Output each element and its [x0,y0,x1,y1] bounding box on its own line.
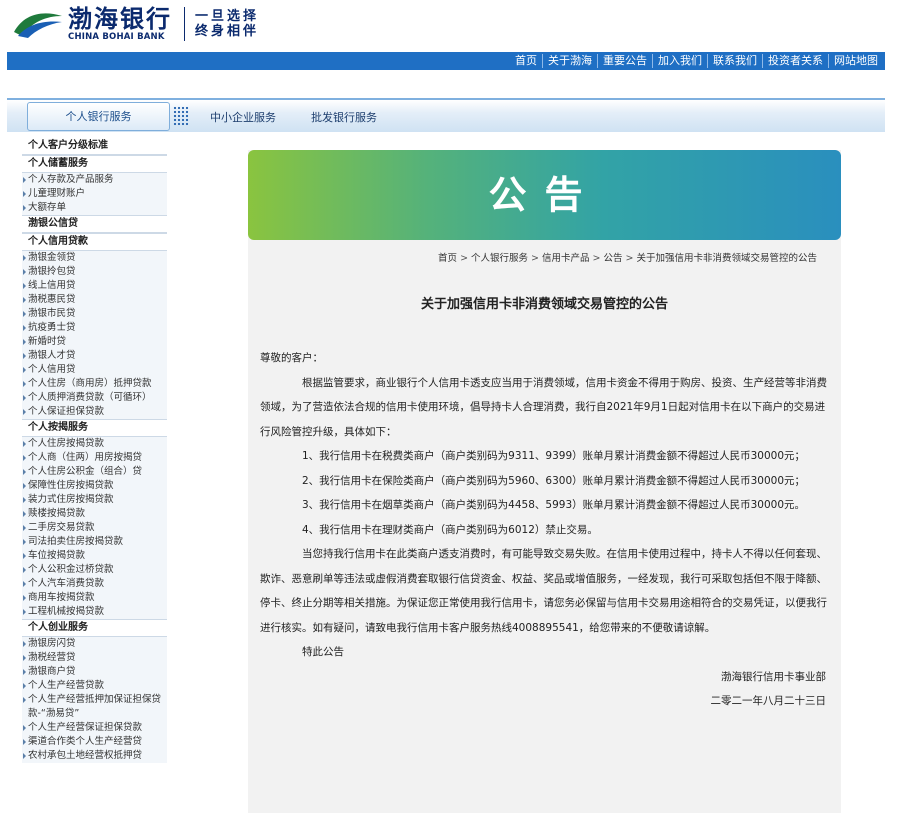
sidebar-item[interactable]: 个人生产经营抵押加保证担保贷款-“渤易贷” [22,693,167,721]
sidebar-item[interactable]: 渤银拎包贷 [22,265,167,279]
sidebar-item[interactable]: 车位按揭贷款 [22,549,167,563]
sidebar-item[interactable]: 个人住房按揭贷款 [22,437,167,451]
sidebar-item[interactable]: 个人住房（商用房）抵押贷款 [22,377,167,391]
breadcrumb-separator-icon: > [460,253,469,264]
bank-logo[interactable]: 渤海银行 CHINA BOHAI BANK 一旦选择 终身相伴 [12,6,259,42]
sidebar-item[interactable]: 司法拍卖住房按揭贷款 [22,535,167,549]
nav-announcements[interactable]: 重要公告 [597,54,652,68]
sidebar-item[interactable]: 个人生产经营保证担保贷款 [22,721,167,735]
notice-greeting: 尊敬的客户： [260,352,323,364]
sidebar-item[interactable]: 个人公积金过桥贷款 [22,563,167,577]
nav-about[interactable]: 关于渤海 [542,54,597,68]
sidebar-item[interactable]: 个人保证担保贷款 [22,405,167,419]
sidebar-item[interactable]: 渤银市民贷 [22,307,167,321]
main-content: 公告 首页 > 个人银行服务 > 信用卡产品 > 公告 > 关于加强信用卡非消费领域交易管控的公… [248,150,841,813]
bohai-wave-logo-icon [12,8,64,40]
notice-item-3: 3、我行信用卡在烟草类商户（商户类别码为4458、5993）账单月累计消费金额不… [302,499,806,511]
sidebar-item[interactable]: 个人信用贷 [22,363,167,377]
breadcrumb-current: 关于加强信用卡非消费领域交易管控的公告 [636,253,817,264]
notice-date: 二零二一年八月二十三日 [710,695,827,707]
notice-body: 尊敬的客户： 根据监管要求，商业银行个人信用卡透支应当用于消费领域，信用卡资金不… [260,346,832,714]
sidebar-item[interactable]: 渤银商户贷 [22,665,167,679]
sidebar-item[interactable]: 个人生产经营贷款 [22,679,167,693]
notice-closing: 当您持我行信用卡在此类商户透支消费时，有可能导致交易失败。在信用卡使用过程中，持… [260,548,827,634]
breadcrumb-credit-card[interactable]: 信用卡产品 [542,253,590,264]
sidebar-item[interactable]: 个人存款及产品服务 [22,173,167,187]
bank-name-cn: 渤海银行 [68,5,172,33]
breadcrumb: 首页 > 个人银行服务 > 信用卡产品 > 公告 > 关于加强信用卡非消费领域交易管控的公告 [248,250,817,264]
sidebar-item[interactable]: 新婚时贷 [22,335,167,349]
sidebar-item[interactable]: 农村承包土地经营权抵押贷 [22,749,167,763]
sidebar-item[interactable]: 渤税经营贷 [22,651,167,665]
sidebar-group: 渤银金领贷 渤银拎包贷 线上信用贷 渤税惠民贷 渤银市民贷 抗疫勇士贷 新婚时贷 渤银人才贷个… [22,251,167,419]
sidebar-menu: 个人客户分级标准 个人储蓄服务 个人存款及产品服务 儿童理财账户 大额存单 渤银公信贷 个人… [22,138,167,813]
site-header: 渤海银行 CHINA BOHAI BANK 一旦选择 终身相伴 [0,0,899,50]
service-tabs: 个人银行服务 中小企业服务 批发银行服务 [7,98,885,132]
top-navigation: 首页 关于渤海 重要公告 加入我们 联系我们 投资者关系 网站地图 [7,52,885,70]
nav-join-us[interactable]: 加入我们 [652,54,707,68]
sidebar-group: 个人存款及产品服务 儿童理财账户 大额存单 [22,173,167,215]
sidebar-item[interactable]: 保障性住房按揭贷款 [22,479,167,493]
notice-special: 特此公告 [302,646,344,658]
sidebar-item[interactable]: 赎楼按揭贷款 [22,507,167,521]
sidebar-item[interactable]: 个人住房公积金（组合）贷 [22,465,167,479]
notice-item-4: 4、我行信用卡在理财类商户（商户类别码为6012）禁止交易。 [302,523,598,536]
notice-item-2: 2、我行信用卡在保险类商户（商户类别码为5960、6300）账单月累计消费金额不… [302,474,806,487]
sidebar-item[interactable]: 渤银房闪贷 [22,637,167,651]
breadcrumb-separator-icon: > [625,253,634,264]
notice-signer: 渤海银行信用卡事业部 [721,670,826,683]
notice-title: 关于加强信用卡非消费领域交易管控的公告 [420,297,668,312]
sidebar-item[interactable]: 个人质押消费贷款（可循环） [22,391,167,405]
sidebar-group: 个人住房按揭贷款 个人商（住两）用房按揭贷 个人住房公积金（组合）贷 保障性住房按揭贷… [22,437,167,619]
nav-home[interactable]: 首页 [510,54,542,68]
sidebar-heading[interactable]: 渤银公信贷 [22,215,167,233]
sidebar-heading[interactable]: 个人信用贷款 [22,233,167,251]
breadcrumb-separator-icon: > [531,253,540,264]
sidebar-item[interactable]: 渤银人才贷 [22,349,167,363]
tab-wholesale-banking[interactable]: 批发银行服务 [311,109,377,125]
bank-name-en: CHINA BOHAI BANK [68,32,165,42]
breadcrumb-separator-icon: > [592,253,601,264]
sidebar-item[interactable]: 大额存单 [22,201,167,215]
nav-investor-relations[interactable]: 投资者关系 [762,54,828,68]
logo-divider [184,7,185,41]
sidebar-item[interactable]: 个人汽车消费贷款 [22,577,167,591]
breadcrumb-home[interactable]: 首页 [438,253,457,264]
tab-sme-services[interactable]: 中小企业服务 [210,109,276,125]
sidebar-item[interactable]: 儿童理财账户 [22,187,167,201]
slogan-line-2: 终身相伴 [195,24,260,39]
nav-sitemap[interactable]: 网站地图 [828,54,883,68]
banner-title: 公告 [488,173,601,217]
sidebar-item[interactable]: 渠道合作类个人生产经营贷 [22,735,167,749]
breadcrumb-personal-banking[interactable]: 个人银行服务 [471,253,528,264]
sidebar-item[interactable]: 线上信用贷 [22,279,167,293]
slogan-line-1: 一旦选择 [195,9,260,24]
sidebar-item[interactable]: 渤银金领贷 [22,251,167,265]
sidebar-item[interactable]: 渤税惠民贷 [22,293,167,307]
sidebar-item[interactable]: 二手房交易贷款 [22,521,167,535]
sidebar-heading[interactable]: 个人按揭服务 [22,419,167,437]
tab-personal-banking[interactable]: 个人银行服务 [27,102,170,131]
sidebar-heading[interactable]: 个人客户分级标准 [22,138,167,155]
nav-contact[interactable]: 联系我们 [707,54,762,68]
notice-intro: 根据监管要求，商业银行个人信用卡透支应当用于消费领域，信用卡资金不得用于购房、投… [260,376,827,438]
grid-dots-icon [173,106,189,126]
sidebar-item[interactable]: 抗疫勇士贷 [22,321,167,335]
sidebar-group: 渤银房闪贷 渤税经营贷 渤银商户贷 个人生产经营贷款 个人生产经营抵押加保证担保贷款-“… [22,637,167,763]
sidebar-item[interactable]: 商用车按揭贷款 [22,591,167,605]
notice-item-1: 1、我行信用卡在税费类商户（商户类别码为9311、9399）账单月累计消费金额不… [302,450,806,462]
sidebar-item[interactable]: 装力式住房按揭贷款 [22,493,167,507]
sidebar-item[interactable]: 工程机械按揭贷款 [22,605,167,619]
sidebar-item[interactable]: 个人商（住两）用房按揭贷 [22,451,167,465]
breadcrumb-notice[interactable]: 公告 [604,253,623,264]
sidebar-heading[interactable]: 个人创业服务 [22,619,167,637]
sidebar-heading[interactable]: 个人储蓄服务 [22,155,167,173]
